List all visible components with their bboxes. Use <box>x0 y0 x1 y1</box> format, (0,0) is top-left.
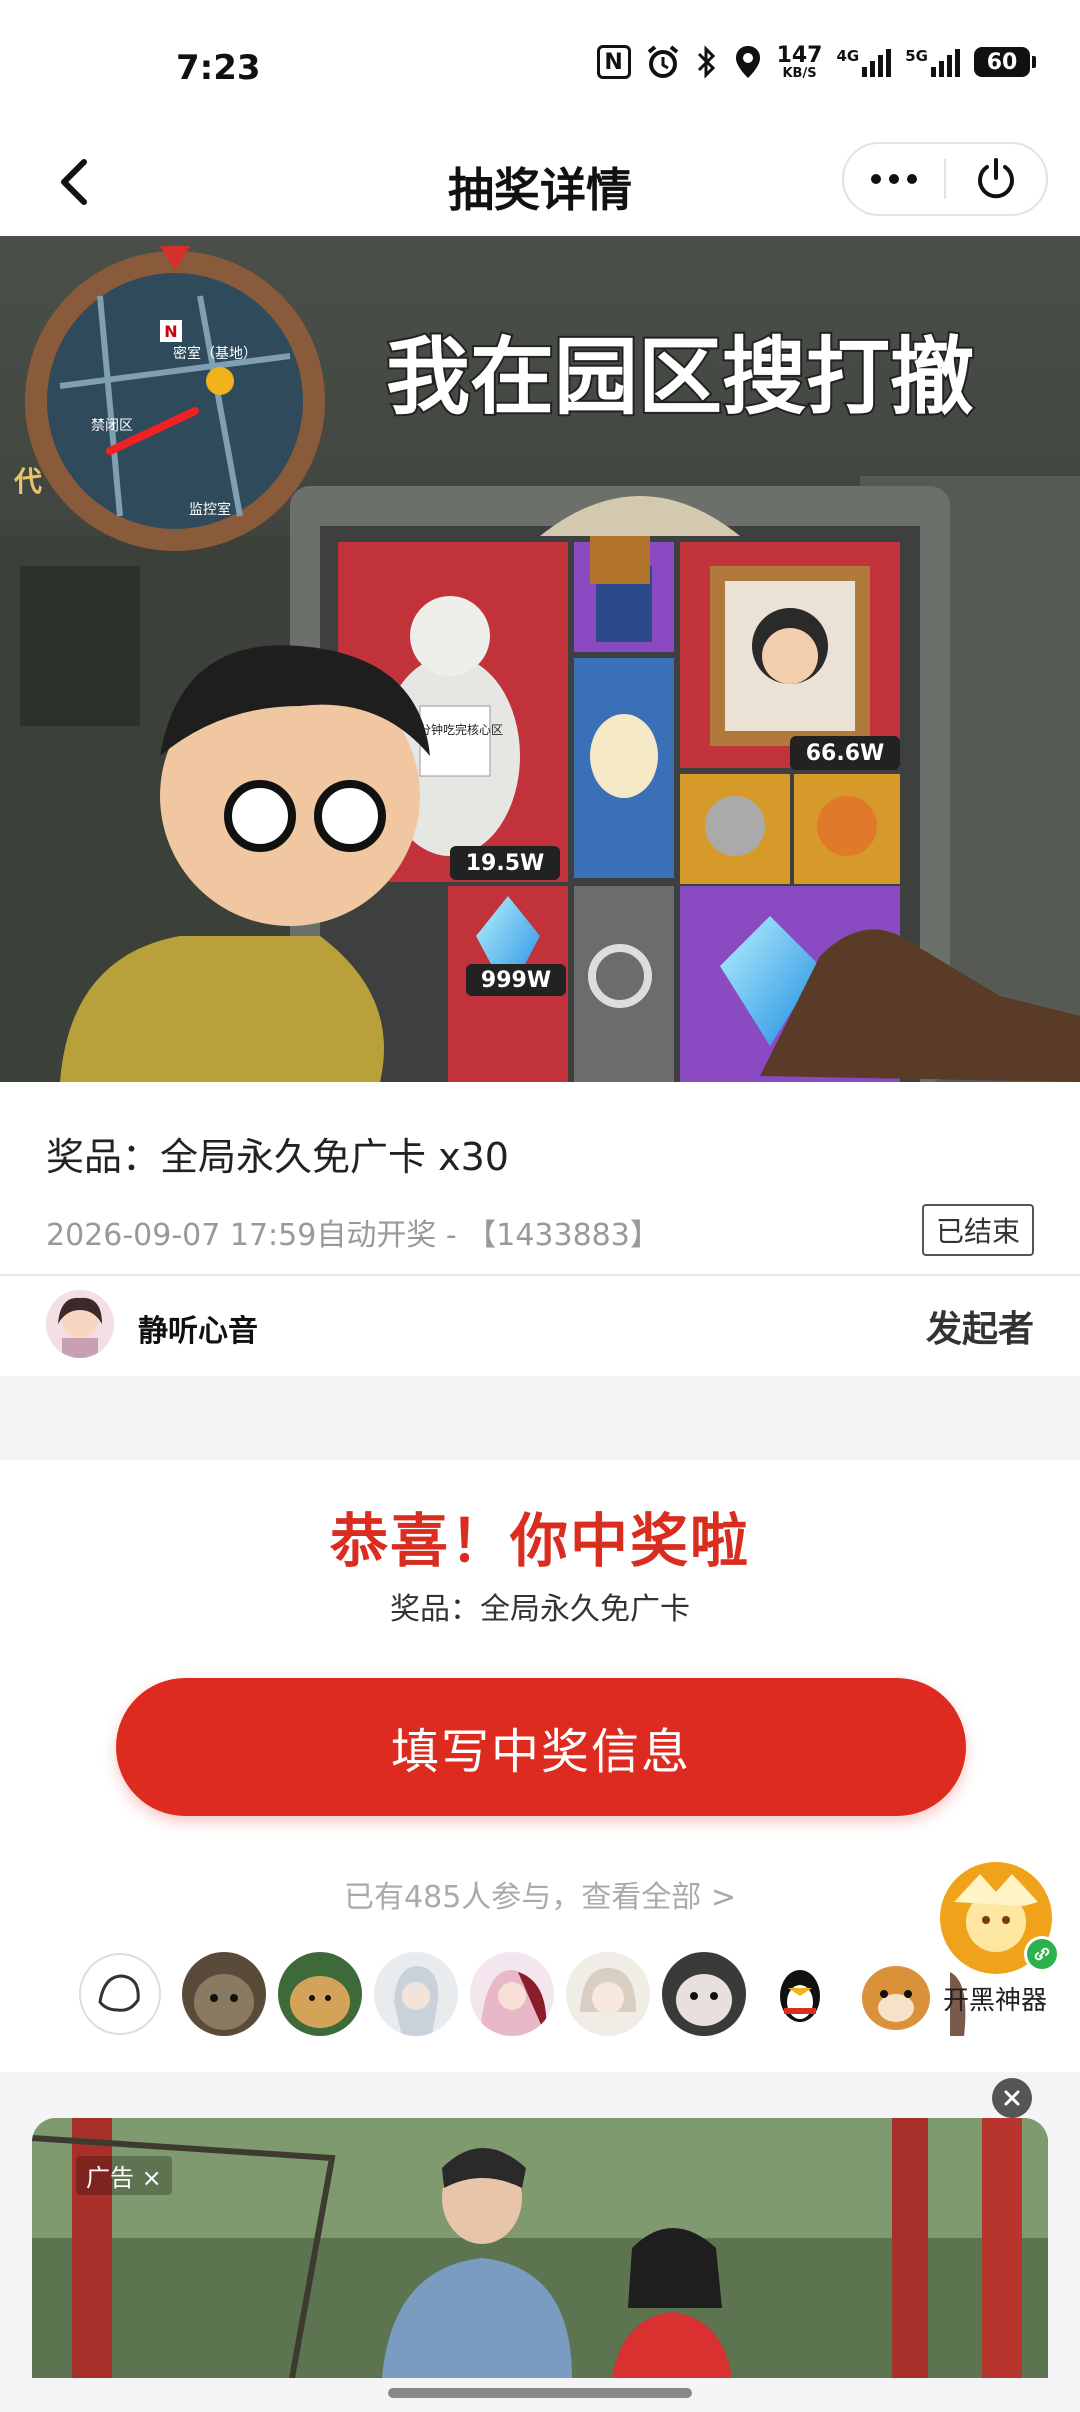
floating-mini-app[interactable]: 开黑神器 <box>920 1862 1070 2022</box>
status-icons: N 147 KB/S 4G 5G 60 <box>596 42 1036 81</box>
ad-banner[interactable]: 广告 × <box>32 2118 1048 2378</box>
status-bar: 7:23 N 147 KB/S 4G 5G 60 <box>0 0 1080 132</box>
side-banner-text: 代 <box>13 465 42 498</box>
map-label-confinement: 禁闭区 <box>91 418 133 434</box>
creator-name: 静听心音 <box>138 1314 258 1349</box>
map-north-label: N <box>164 322 177 341</box>
value-tag-2: 19.5W <box>466 851 545 876</box>
participant-avatar[interactable] <box>374 1952 458 2036</box>
close-icon <box>1004 2090 1020 2106</box>
participant-avatar[interactable] <box>278 1952 362 2036</box>
floating-app-label: 开黑神器 <box>942 1986 1047 2016</box>
prize-banner-image: 三分钟吃完核心区 N 密室（基地） 禁闭区 监控室 代 我在园区搜打撤 66.6… <box>0 236 1080 1082</box>
creator-row[interactable]: 静听心音 发起者 <box>0 1276 1080 1376</box>
draw-time-info: 2026-09-07 17:59自动开奖 - 【1433883】 <box>46 1218 660 1253</box>
won-prize-text: 奖品：全局永久免广卡 <box>390 1592 690 1627</box>
close-miniprogram-button[interactable] <box>946 144 1046 214</box>
creator-role-label: 发起者 <box>925 1309 1034 1350</box>
view-all-participants-link[interactable]: 已有485人参与，查看全部 > <box>0 1872 1080 1916</box>
status-time: 7:23 <box>176 48 261 88</box>
participant-avatar[interactable] <box>182 1952 266 2036</box>
value-tag-3: 999W <box>481 968 551 993</box>
map-label-monitor: 监控室 <box>189 501 231 518</box>
battery-icon: 60 <box>974 47 1036 77</box>
congrats-heading: 恭喜！你中奖啦 <box>329 1507 750 1575</box>
prize-info-card: 奖品：全局永久免广卡 x30 2026-09-07 17:59自动开奖 - 【1… <box>0 1082 1080 1276</box>
creator-avatar <box>46 1290 114 1358</box>
result-card: 恭喜！你中奖啦 奖品：全局永久免广卡 填写中奖信息 已有485人参与，查看全部 … <box>0 1460 1080 2072</box>
ad-close-button[interactable] <box>992 2078 1032 2118</box>
status-badge: 已结束 <box>921 1204 1034 1256</box>
participant-avatar[interactable] <box>662 1952 746 2036</box>
participant-avatars[interactable] <box>78 1952 978 2042</box>
bluetooth-icon <box>695 44 719 80</box>
more-dots-icon <box>871 174 917 184</box>
link-icon <box>1024 1936 1060 1972</box>
more-button[interactable] <box>844 144 944 214</box>
participant-avatar[interactable] <box>470 1952 554 2036</box>
participant-avatar-qq[interactable] <box>758 1952 842 2036</box>
mini-program-capsule <box>842 142 1048 216</box>
participant-avatar[interactable] <box>78 1952 162 2036</box>
nfc-icon: N <box>596 45 631 79</box>
nav-header: 抽奖详情 <box>0 132 1080 236</box>
home-indicator[interactable] <box>388 2388 692 2398</box>
map-label-base: 密室（基地） <box>173 345 257 362</box>
location-icon <box>733 44 763 80</box>
signal-5g-icon: 5G <box>905 47 960 77</box>
value-tag-1: 66.6W <box>806 741 885 766</box>
prize-title: 奖品：全局永久免广卡 x30 <box>46 1135 509 1179</box>
ad-tag[interactable]: 广告 × <box>76 2156 172 2195</box>
signal-4g-icon: 4G <box>837 47 892 77</box>
net-speed: 147 KB/S <box>776 42 823 81</box>
fill-winner-info-button[interactable]: 填写中奖信息 <box>116 1678 966 1816</box>
power-icon <box>978 158 1014 199</box>
game-title: 我在园区搜打撤 <box>386 328 974 426</box>
participant-avatar[interactable] <box>566 1952 650 2036</box>
alarm-icon <box>645 44 681 80</box>
